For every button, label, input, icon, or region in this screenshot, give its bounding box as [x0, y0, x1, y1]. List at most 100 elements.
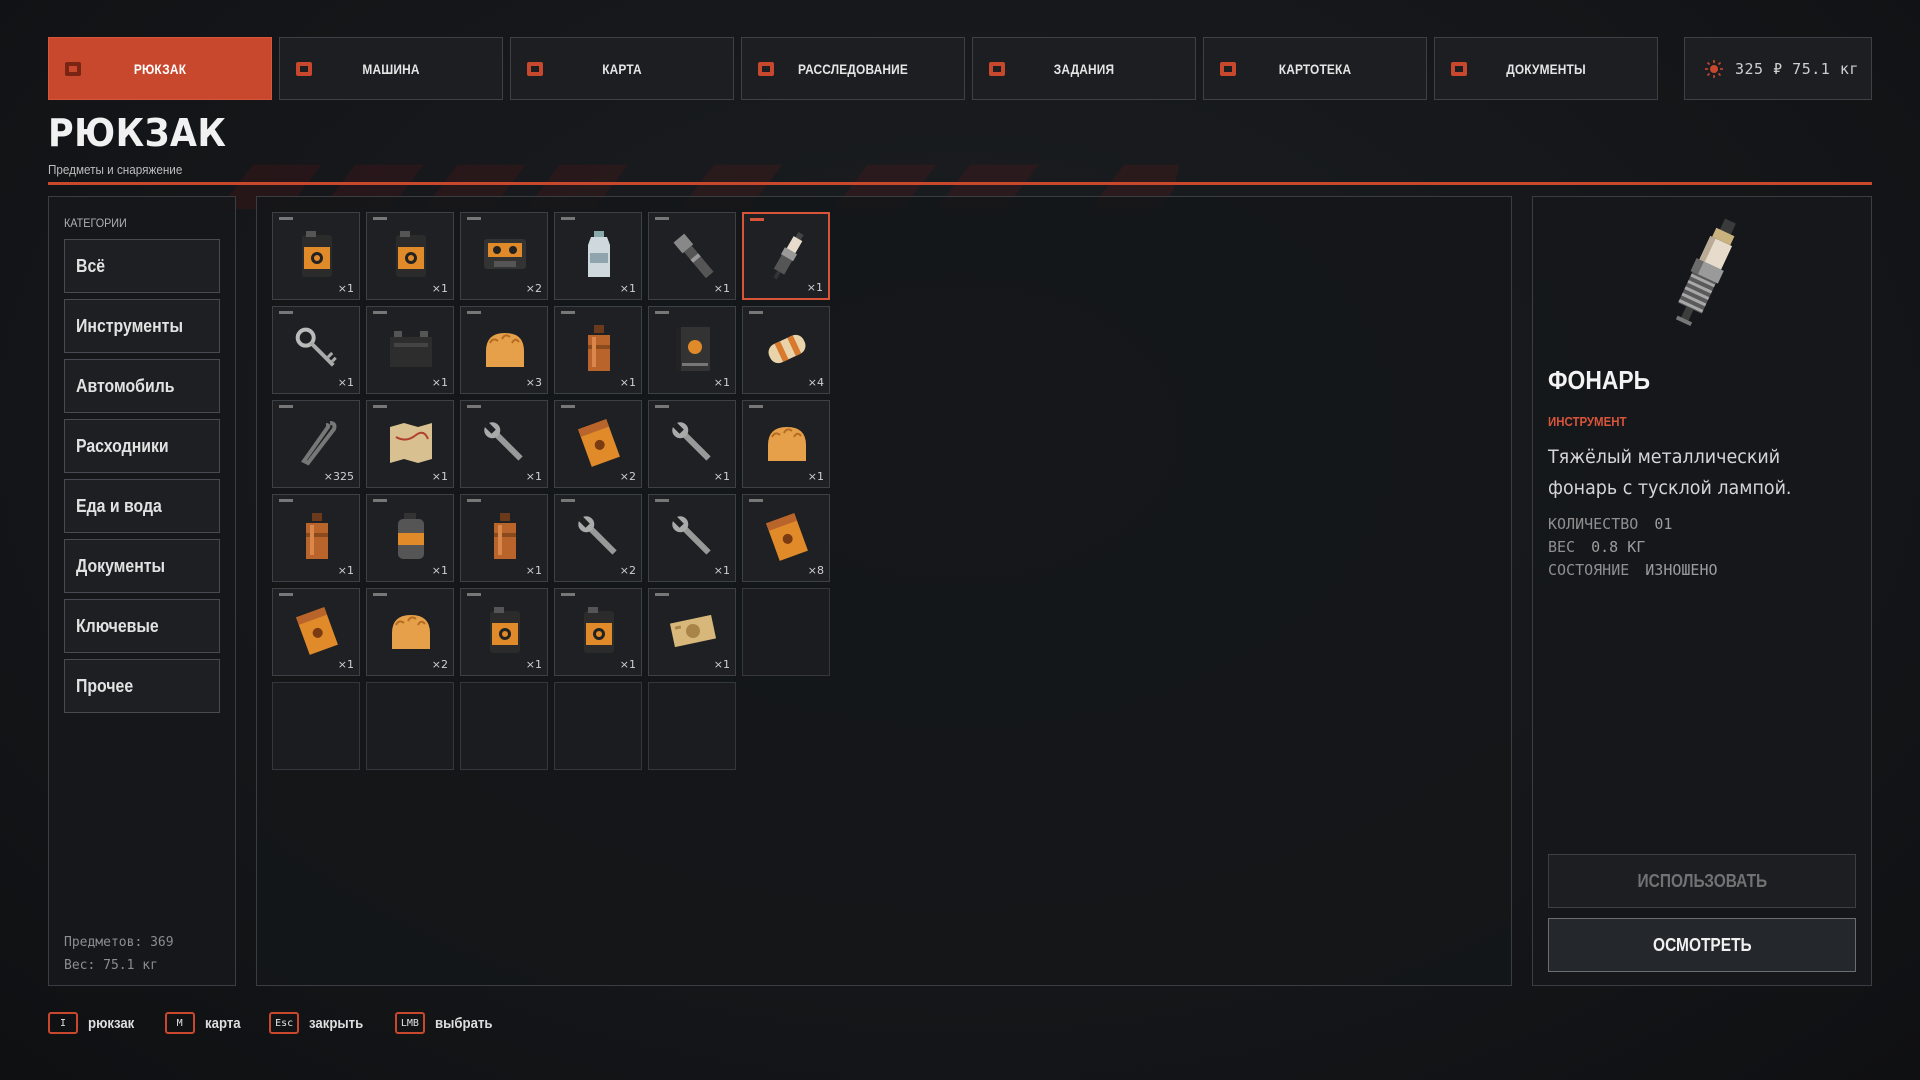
tab-6[interactable]: ДОКУМЕНТЫ: [1434, 37, 1658, 100]
tab-label: РАССЛЕДОВАНИЕ: [798, 60, 908, 77]
inventory-slot[interactable]: ×1: [272, 306, 360, 394]
inventory-slot[interactable]: ×325: [272, 400, 360, 488]
slot-marker: [655, 311, 669, 314]
page-subtitle: Предметы и снаряжение: [48, 162, 183, 177]
inventory-slot[interactable]: ×1: [460, 494, 548, 582]
empty-inventory-slot[interactable]: [460, 682, 548, 770]
inventory-slot[interactable]: ×1: [554, 212, 642, 300]
tab-3[interactable]: РАССЛЕДОВАНИЕ: [741, 37, 965, 100]
slot-marker: [561, 217, 575, 220]
inventory-slot[interactable]: ×1: [554, 588, 642, 676]
inventory-slot[interactable]: ×3: [460, 306, 548, 394]
slot-marker: [561, 311, 575, 314]
inventory-slot[interactable]: ×1: [366, 306, 454, 394]
hint-label: рюкзак: [88, 1014, 135, 1032]
slot-marker: [749, 311, 763, 314]
empty-inventory-slot[interactable]: [272, 682, 360, 770]
flask-icon: [494, 513, 516, 559]
slot-quantity: ×1: [713, 376, 730, 389]
category-label: Прочее: [76, 675, 134, 696]
tab-0[interactable]: РЮКЗАК: [48, 37, 272, 100]
slot-marker: [279, 593, 293, 596]
inventory-slot[interactable]: ×1: [366, 494, 454, 582]
empty-inventory-slot[interactable]: [554, 682, 642, 770]
money-icon: [669, 614, 717, 648]
inventory-slot[interactable]: ×4: [742, 306, 830, 394]
tab-1[interactable]: МАШИНА: [279, 37, 503, 100]
slot-quantity: ×1: [713, 564, 730, 577]
tab-5[interactable]: КАРТОТЕКА: [1203, 37, 1427, 100]
slot-quantity: ×1: [431, 470, 448, 483]
inspect-button[interactable]: ОСМОТРЕТЬ: [1548, 918, 1856, 972]
category-label: Ключевые: [76, 615, 159, 636]
inventory-slot[interactable]: ×1: [460, 400, 548, 488]
wrench-icon: [484, 422, 523, 461]
inventory-slot[interactable]: ×2: [554, 494, 642, 582]
slot-quantity: ×2: [619, 564, 636, 577]
key-badge: LMB: [394, 1012, 425, 1034]
inventory-slot[interactable]: ×1: [648, 306, 736, 394]
canister-icon: [490, 607, 520, 653]
inventory-slot[interactable]: ×1: [648, 588, 736, 676]
inventory-slot[interactable]: ×1: [272, 212, 360, 300]
inventory-slot[interactable]: ×1: [648, 400, 736, 488]
spark-plug-icon: [1675, 218, 1736, 326]
slot-quantity: ×1: [337, 376, 354, 389]
inventory-slot[interactable]: ×8: [742, 494, 830, 582]
slot-quantity: ×1: [337, 282, 354, 295]
tab-2[interactable]: КАРТА: [510, 37, 734, 100]
slot-marker: [655, 217, 669, 220]
inventory-summary: Предметов: 369 Вес: 75.1 кг: [64, 931, 174, 977]
inventory-slot[interactable]: ×1: [554, 306, 642, 394]
slot-quantity: ×2: [619, 470, 636, 483]
empty-inventory-slot[interactable]: [742, 588, 830, 676]
empty-inventory-slot[interactable]: [648, 682, 736, 770]
slot-marker: [373, 593, 387, 596]
empty-inventory-slot[interactable]: [366, 682, 454, 770]
slot-marker: [373, 499, 387, 502]
tab-label: ДОКУМЕНТЫ: [1506, 60, 1586, 77]
inventory-slot[interactable]: ×1: [272, 588, 360, 676]
inventory-slot[interactable]: ×1: [742, 400, 830, 488]
bread-icon: [486, 333, 524, 367]
category-button[interactable]: Ключевые: [64, 599, 220, 653]
inventory-slot[interactable]: ×1: [366, 212, 454, 300]
inventory-slot[interactable]: ×1: [272, 494, 360, 582]
category-button[interactable]: Документы: [64, 539, 220, 593]
inventory-slot[interactable]: ×1: [648, 212, 736, 300]
slot-marker: [279, 499, 293, 502]
category-button[interactable]: Еда и вода: [64, 479, 220, 533]
hint-карта: Mкарта: [164, 1012, 246, 1034]
inventory-slot[interactable]: ×2: [554, 400, 642, 488]
slot-quantity: ×1: [713, 658, 730, 671]
tab-4[interactable]: ЗАДАНИЯ: [972, 37, 1196, 100]
slot-marker: [749, 499, 763, 502]
category-button[interactable]: Всё: [64, 239, 220, 293]
slot-marker: [279, 405, 293, 408]
slot-marker: [467, 311, 481, 314]
item-detail-panel: ФОНАРЬ ИНСТРУМЕНТ Тяжёлый металлический …: [1532, 196, 1872, 986]
money-weight-status: 325 ₽ 75.1 кг: [1684, 37, 1872, 100]
inventory-slot[interactable]: ×1: [648, 494, 736, 582]
inventory-slot[interactable]: ×1: [742, 212, 830, 300]
inventory-slot[interactable]: ×1: [366, 400, 454, 488]
tab-label: КАРТА: [602, 60, 642, 77]
cigarette-pack-icon: [578, 419, 620, 467]
use-button[interactable]: ИСПОЛЬЗОВАТЬ: [1548, 854, 1856, 908]
category-label: Инструменты: [76, 315, 183, 336]
category-button[interactable]: Прочее: [64, 659, 220, 713]
category-button[interactable]: Инструменты: [64, 299, 220, 353]
inventory-slot[interactable]: ×2: [460, 212, 548, 300]
category-button[interactable]: Расходники: [64, 419, 220, 473]
hint-выбрать: LMB выбрать: [394, 1012, 500, 1034]
inventory-slot[interactable]: ×2: [366, 588, 454, 676]
category-button[interactable]: Автомобиль: [64, 359, 220, 413]
category-heading: КАТЕГОРИИ: [64, 216, 127, 230]
tab-label: КАРТОТЕКА: [1278, 60, 1352, 77]
slot-quantity: ×2: [525, 282, 542, 295]
stat-quantity: КОЛИЧЕСТВО 01: [1548, 515, 1673, 533]
bread-icon: [392, 615, 430, 649]
crowbar-icon: [301, 421, 337, 466]
canister-icon: [584, 607, 614, 653]
inventory-slot[interactable]: ×1: [460, 588, 548, 676]
